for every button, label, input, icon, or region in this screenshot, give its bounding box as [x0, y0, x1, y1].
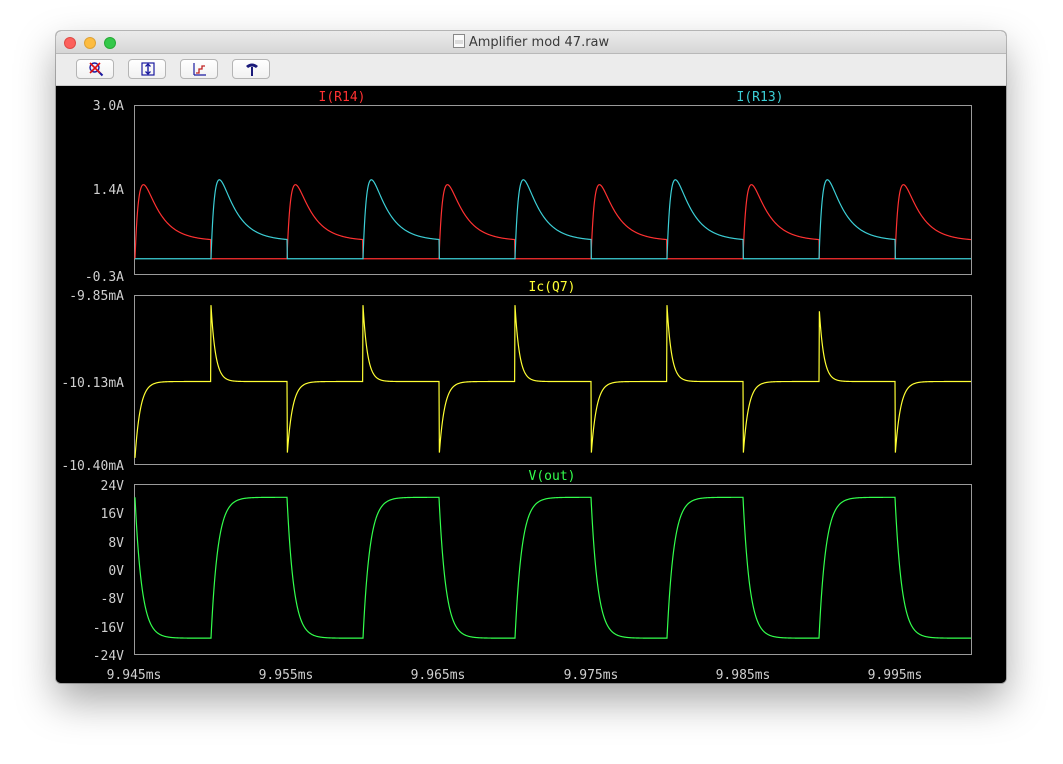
document-icon	[452, 34, 465, 48]
y-tick-label: -10.13mA	[61, 376, 124, 391]
window-title-area: Amplifier mod 47.raw	[56, 34, 1006, 51]
trace-i-r14	[134, 184, 972, 260]
autorange-vertical-icon	[141, 62, 155, 76]
y-tick-label: 24V	[101, 479, 125, 494]
trace-label-i-r13[interactable]: I(R13)	[737, 90, 784, 105]
trace-i-r13	[135, 179, 971, 260]
window-title: Amplifier mod 47.raw	[468, 35, 610, 50]
zoom-cancel-icon	[89, 62, 104, 77]
x-tick-label: 9.945ms	[107, 668, 162, 683]
title-bar: Amplifier mod 47.raw	[56, 31, 1006, 54]
x-tick-label: 9.965ms	[411, 668, 466, 683]
y-tick-label: -16V	[93, 621, 124, 636]
x-tick-label: 9.985ms	[716, 668, 771, 683]
x-tick-label: 9.955ms	[259, 668, 314, 683]
trace-label-ic-q7[interactable]: Ic(Q7)	[529, 280, 576, 295]
pick-traces-icon	[246, 63, 258, 76]
traces-group	[134, 179, 972, 639]
toolbar	[56, 54, 1006, 86]
x-tick-label: 9.995ms	[868, 668, 923, 683]
pane-frame-currents	[134, 105, 972, 275]
pane-frame-ic-q7	[134, 295, 972, 465]
waveform-plot-area[interactable]: I(R14) I(R13) Ic(Q7) V(out) 3.0A 1.4A -0…	[56, 86, 1006, 683]
y-tick-label: 0V	[108, 564, 124, 579]
y-tick-label: -10.40mA	[61, 459, 124, 474]
waveform-viewer-window: Amplifier mod 47.raw I(R14) I(R13) Ic(Q7…	[56, 31, 1006, 683]
y-tick-label: 3.0A	[93, 99, 124, 114]
y-tick-label: -24V	[93, 649, 124, 664]
cursor-step-icon	[193, 63, 206, 76]
y-tick-label: 16V	[101, 507, 125, 522]
y-tick-label: 8V	[108, 536, 124, 551]
trace-label-v-out[interactable]: V(out)	[529, 469, 576, 484]
y-tick-label: 1.4A	[93, 183, 124, 198]
trace-ic-q7	[134, 305, 971, 458]
zoom-cancel-button[interactable]	[76, 59, 114, 79]
autorange-vertical-button[interactable]	[128, 59, 166, 79]
y-tick-label: -9.85mA	[69, 289, 124, 304]
waveform-plot[interactable]: I(R14) I(R13) Ic(Q7) V(out) 3.0A 1.4A -0…	[56, 86, 1006, 683]
y-tick-label: -0.3A	[85, 270, 124, 285]
cursor-step-button[interactable]	[180, 59, 218, 79]
y-tick-label: -8V	[101, 592, 125, 607]
x-tick-label: 9.975ms	[564, 668, 619, 683]
trace-v-out	[134, 496, 971, 639]
pane-frame-v-out	[134, 484, 972, 655]
trace-label-i-r14[interactable]: I(R14)	[319, 90, 366, 105]
pick-traces-button[interactable]	[232, 59, 270, 79]
